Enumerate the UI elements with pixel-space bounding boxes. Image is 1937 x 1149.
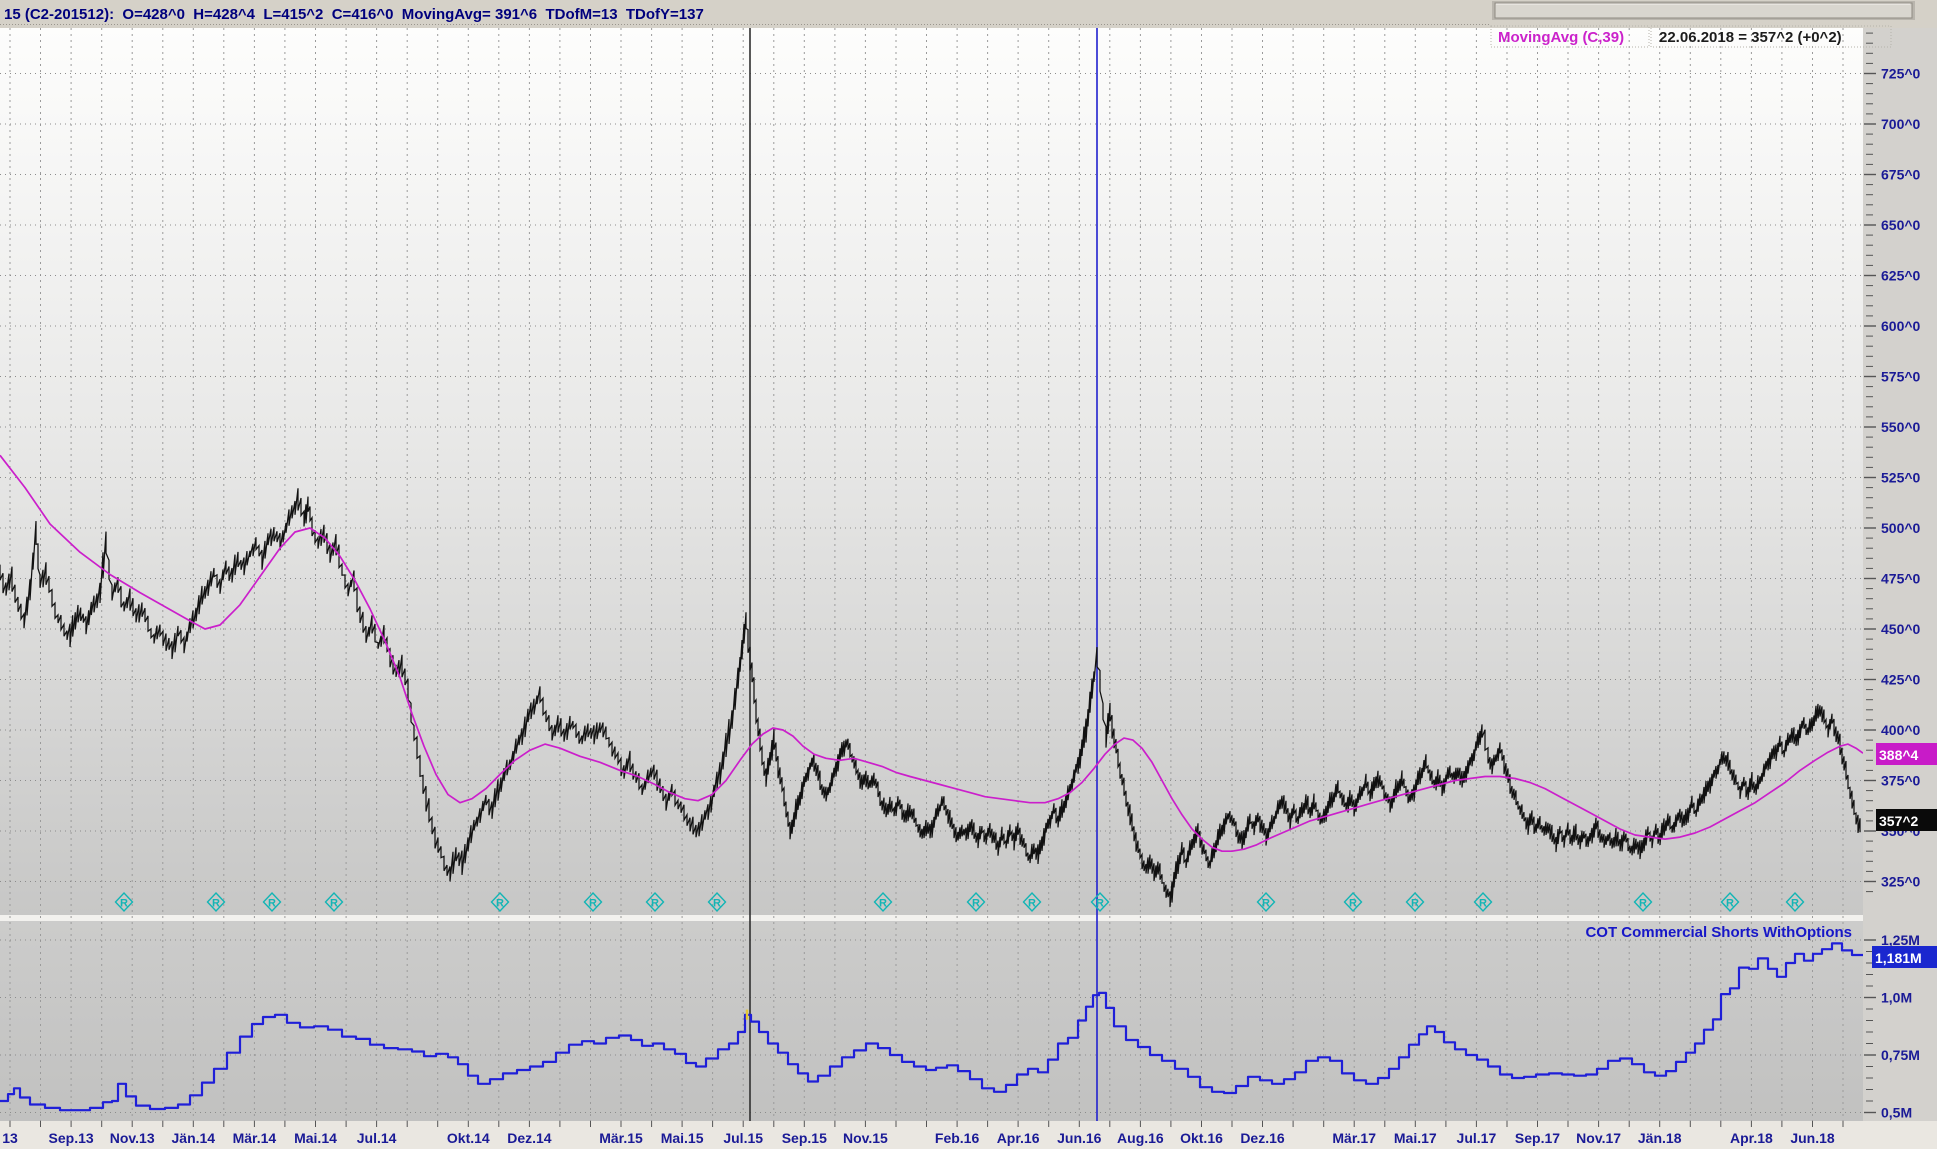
x-axis-label: Sep.15: [782, 1130, 827, 1146]
panel-divider[interactable]: [0, 915, 1863, 921]
x-axis-label: Jun.18: [1790, 1130, 1835, 1146]
x-axis-label: Apr.16: [997, 1130, 1040, 1146]
price-axis-label: 425^0: [1881, 672, 1921, 688]
last-close-tag: 357^2: [1876, 809, 1937, 831]
x-axis-label: Mär.14: [233, 1130, 277, 1146]
roll-marker-letter: R: [1639, 898, 1647, 910]
ma-value-tag: 388^4: [1876, 743, 1937, 765]
svg-text:388^4: 388^4: [1879, 747, 1919, 763]
top-scrollbar[interactable]: [1492, 1, 1915, 20]
roll-marker-letter: R: [1096, 898, 1104, 910]
x-axis-label: Okt.16: [1180, 1130, 1223, 1146]
price-axis-label: 650^0: [1881, 217, 1921, 233]
roll-marker-letter: R: [120, 898, 128, 910]
price-axis-label: 725^0: [1881, 66, 1921, 82]
price-axis-label: 575^0: [1881, 369, 1921, 385]
roll-marker-letter: R: [1411, 898, 1419, 910]
roll-marker-letter: R: [1726, 898, 1734, 910]
cot-axis-label: 1,25M: [1881, 932, 1920, 948]
chart-window: RRRRRRRRRRRRRRRRRRR 325^0350^0375^0400^0…: [0, 0, 1937, 1149]
price-axis-label: 325^0: [1881, 874, 1921, 890]
roll-marker-letter: R: [713, 898, 721, 910]
roll-marker-letter: R: [972, 898, 980, 910]
svg-text:357^2: 357^2: [1879, 813, 1919, 829]
price-axis-label: 700^0: [1881, 116, 1921, 132]
price-axis-label: 400^0: [1881, 722, 1921, 738]
roll-marker-letter: R: [1479, 898, 1487, 910]
x-axis-label: Jun.16: [1057, 1130, 1102, 1146]
roll-marker-letter: R: [651, 898, 659, 910]
cot-axis-label: 0,75M: [1881, 1047, 1920, 1063]
scrollbar-thumb[interactable]: [1495, 3, 1912, 18]
roll-marker-letter: R: [1028, 898, 1036, 910]
price-axis-label: 500^0: [1881, 520, 1921, 536]
price-axis-label: 625^0: [1881, 268, 1921, 284]
roll-marker-letter: R: [1791, 898, 1799, 910]
x-axis-label: Sep.13: [49, 1130, 94, 1146]
roll-marker-letter: R: [589, 898, 597, 910]
x-axis-label: Sep.17: [1515, 1130, 1560, 1146]
cot-axis-label: 0,5M: [1881, 1105, 1912, 1121]
x-axis-label: Nov.15: [843, 1130, 888, 1146]
x-axis-label: Nov.17: [1576, 1130, 1621, 1146]
cot-panel[interactable]: [0, 921, 1863, 1121]
x-axis-label: Apr.18: [1730, 1130, 1773, 1146]
x-axis-label: Dez.16: [1240, 1130, 1285, 1146]
cot-value-tag: 1,181M: [1872, 946, 1937, 968]
price-axis-label: 475^0: [1881, 571, 1921, 587]
price-axis-label: 600^0: [1881, 318, 1921, 334]
cot-panel-title: COT Commercial Shorts WithOptions: [1585, 924, 1852, 941]
x-axis-label: Okt.14: [447, 1130, 490, 1146]
svg-text:1,181M: 1,181M: [1875, 950, 1922, 966]
x-axis-label: Jul.15: [723, 1130, 763, 1146]
x-axis-label: Nov.13: [110, 1130, 155, 1146]
x-axis-label: Dez.14: [507, 1130, 552, 1146]
ma-legend-label[interactable]: MovingAvg (C,39): [1498, 29, 1624, 46]
x-axis-label: Jul.14: [357, 1130, 397, 1146]
x-axis-label: Aug.16: [1117, 1130, 1164, 1146]
roll-marker-letter: R: [496, 898, 504, 910]
x-axis-label: Jän.18: [1638, 1130, 1682, 1146]
x-axis-label: Mai.15: [661, 1130, 704, 1146]
roll-marker-letter: R: [1349, 898, 1357, 910]
price-axis-label: 675^0: [1881, 167, 1921, 183]
x-axis-label: Feb.16: [935, 1130, 980, 1146]
price-axis-label: 525^0: [1881, 470, 1921, 486]
x-axis-label: Mär.15: [599, 1130, 643, 1146]
x-axis-label: Mär.17: [1332, 1130, 1376, 1146]
x-axis-label: Jän.14: [172, 1130, 216, 1146]
x-axis-label: Mai.17: [1394, 1130, 1437, 1146]
price-axis-label: 375^0: [1881, 773, 1921, 789]
roll-marker-letter: R: [330, 898, 338, 910]
roll-marker-letter: R: [1262, 898, 1270, 910]
indicator-legend: MovingAvg (C,39) 22.06.2018 = 357^2 (+0^…: [1491, 26, 1891, 47]
quote-header-text: 15 (C2-201512): O=428^0 H=428^4 L=415^2 …: [4, 6, 704, 23]
x-axis-label: 13: [2, 1130, 18, 1146]
roll-marker-letter: R: [879, 898, 887, 910]
roll-marker-letter: R: [212, 898, 220, 910]
price-axis-label: 550^0: [1881, 419, 1921, 435]
price-axis-label: 450^0: [1881, 621, 1921, 637]
chart-canvas[interactable]: RRRRRRRRRRRRRRRRRRR 325^0350^0375^0400^0…: [0, 0, 1937, 1149]
cot-axis-label: 1,0M: [1881, 990, 1912, 1006]
x-axis-label: Jul.17: [1457, 1130, 1497, 1146]
x-axis-label: Mai.14: [294, 1130, 337, 1146]
roll-marker-letter: R: [268, 898, 276, 910]
cursor-date-value: 22.06.2018 = 357^2 (+0^2): [1659, 29, 1842, 46]
